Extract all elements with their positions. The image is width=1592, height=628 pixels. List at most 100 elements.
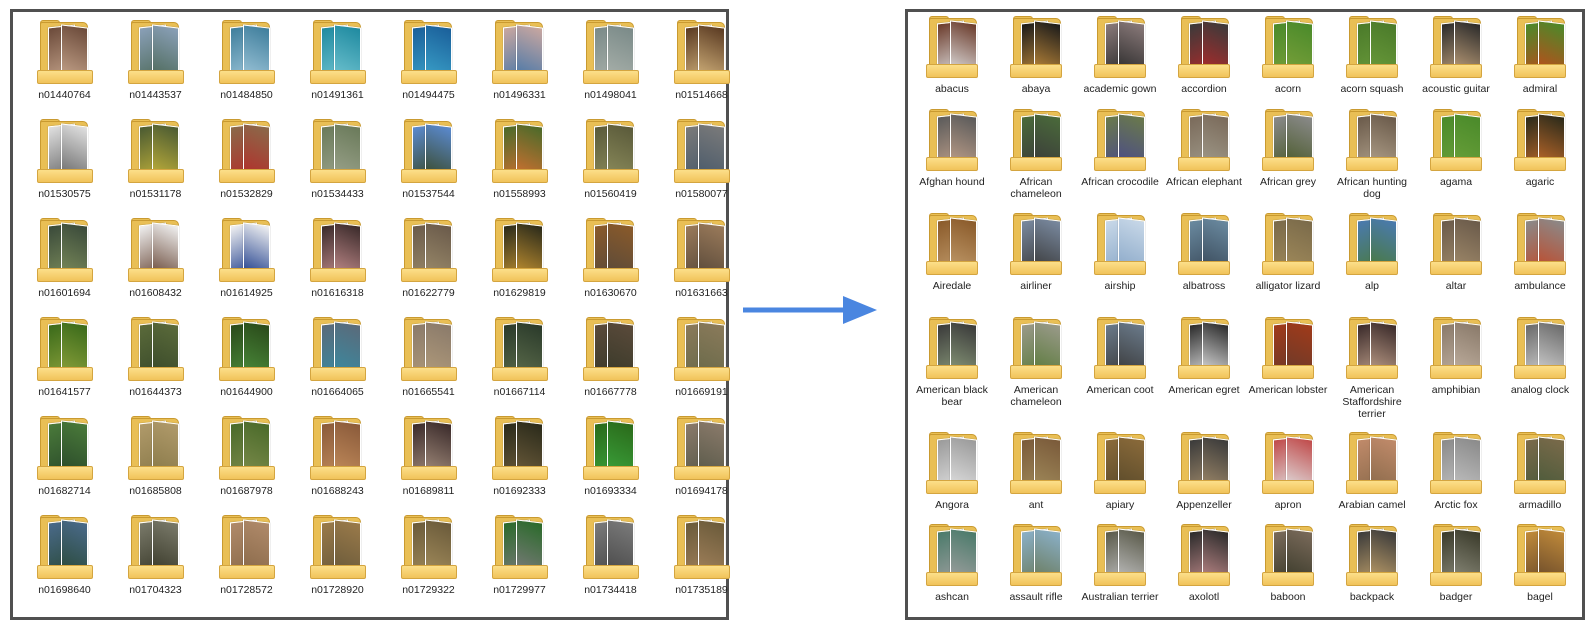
folder-item[interactable]: n01689811 <box>383 414 474 513</box>
folder-item[interactable]: n01601694 <box>19 216 110 315</box>
folder-label: n01616318 <box>311 287 364 299</box>
folder-item[interactable]: n01534433 <box>292 117 383 216</box>
folder-item[interactable]: admiral <box>1498 14 1582 107</box>
folder-item[interactable]: backpack <box>1330 522 1414 614</box>
folder-item[interactable]: Angora <box>910 430 994 522</box>
folder-item[interactable]: analog clock <box>1498 315 1582 430</box>
folder-item[interactable]: n01630670 <box>565 216 656 315</box>
folder-item[interactable]: n01629819 <box>474 216 565 315</box>
folder-item[interactable]: agama <box>1414 107 1498 211</box>
folder-item[interactable]: n01687978 <box>201 414 292 513</box>
folder-item[interactable]: African grey <box>1246 107 1330 211</box>
folder-item[interactable]: n01698640 <box>19 513 110 612</box>
folder-item[interactable]: n01494475 <box>383 18 474 117</box>
folder-item[interactable]: n01728920 <box>292 513 383 612</box>
folder-label: acoustic guitar <box>1422 83 1490 95</box>
folder-item[interactable]: n01530575 <box>19 117 110 216</box>
folder-item[interactable]: American coot <box>1078 315 1162 430</box>
folder-item[interactable]: altar <box>1414 211 1498 315</box>
folder-item[interactable]: n01692333 <box>474 414 565 513</box>
folder-item[interactable]: acoustic guitar <box>1414 14 1498 107</box>
folder-item[interactable]: Arctic fox <box>1414 430 1498 522</box>
folder-item[interactable]: academic gown <box>1078 14 1162 107</box>
folder-item[interactable]: n01560419 <box>565 117 656 216</box>
folder-item[interactable]: amphibian <box>1414 315 1498 430</box>
folder-item[interactable]: agaric <box>1498 107 1582 211</box>
folder-item[interactable]: axolotl <box>1162 522 1246 614</box>
folder-item[interactable]: n01729322 <box>383 513 474 612</box>
folder-item[interactable]: badger <box>1414 522 1498 614</box>
folder-item[interactable]: American lobster <box>1246 315 1330 430</box>
folder-item[interactable]: ambulance <box>1498 211 1582 315</box>
folder-item[interactable]: acorn <box>1246 14 1330 107</box>
folder-item[interactable]: airship <box>1078 211 1162 315</box>
folder-item[interactable]: ant <box>994 430 1078 522</box>
folder-item[interactable]: n01734418 <box>565 513 656 612</box>
folder-item[interactable]: n01694178 <box>656 414 747 513</box>
folder-item[interactable]: African elephant <box>1162 107 1246 211</box>
folder-item[interactable]: Afghan hound <box>910 107 994 211</box>
folder-item[interactable]: n01580077 <box>656 117 747 216</box>
folder-item[interactable]: n01665541 <box>383 315 474 414</box>
folder-item[interactable]: n01631663 <box>656 216 747 315</box>
folder-item[interactable]: n01704323 <box>110 513 201 612</box>
folder-item[interactable]: n01443537 <box>110 18 201 117</box>
folder-item[interactable]: ashcan <box>910 522 994 614</box>
folder-item[interactable]: African hunting dog <box>1330 107 1414 211</box>
folder-item[interactable]: n01644900 <box>201 315 292 414</box>
folder-item[interactable]: Appenzeller <box>1162 430 1246 522</box>
folder-item[interactable]: n01531178 <box>110 117 201 216</box>
folder-item[interactable]: n01608432 <box>110 216 201 315</box>
folder-item[interactable]: Airedale <box>910 211 994 315</box>
folder-item[interactable]: n01728572 <box>201 513 292 612</box>
folder-item[interactable]: American black bear <box>910 315 994 430</box>
folder-item[interactable]: Arabian camel <box>1330 430 1414 522</box>
folder-item[interactable]: albatross <box>1162 211 1246 315</box>
folder-item[interactable]: American chameleon <box>994 315 1078 430</box>
folder-item[interactable]: bagel <box>1498 522 1582 614</box>
folder-item[interactable]: n01622779 <box>383 216 474 315</box>
folder-item[interactable]: African crocodile <box>1078 107 1162 211</box>
folder-item[interactable]: African chameleon <box>994 107 1078 211</box>
folder-item[interactable]: n01685808 <box>110 414 201 513</box>
folder-item[interactable]: armadillo <box>1498 430 1582 522</box>
folder-item[interactable]: n01440764 <box>19 18 110 117</box>
folder-item[interactable]: n01664065 <box>292 315 383 414</box>
folder-item[interactable]: apiary <box>1078 430 1162 522</box>
folder-item[interactable]: American Staffordshire terrier <box>1330 315 1414 430</box>
folder-item[interactable]: n01614925 <box>201 216 292 315</box>
folder-item[interactable]: n01558993 <box>474 117 565 216</box>
folder-item[interactable]: n01693334 <box>565 414 656 513</box>
folder-item[interactable]: Australian terrier <box>1078 522 1162 614</box>
folder-item[interactable]: n01641577 <box>19 315 110 414</box>
folder-item[interactable]: acorn squash <box>1330 14 1414 107</box>
folder-item[interactable]: abaya <box>994 14 1078 107</box>
folder-item[interactable]: n01644373 <box>110 315 201 414</box>
folder-item[interactable]: apron <box>1246 430 1330 522</box>
folder-item[interactable]: n01484850 <box>201 18 292 117</box>
folder-item[interactable]: n01735189 <box>656 513 747 612</box>
folder-item[interactable]: abacus <box>910 14 994 107</box>
folder-item[interactable]: n01616318 <box>292 216 383 315</box>
folder-item[interactable]: alp <box>1330 211 1414 315</box>
folder-item[interactable]: n01498041 <box>565 18 656 117</box>
folder-item[interactable]: assault rifle <box>994 522 1078 614</box>
folder-item[interactable]: n01514668 <box>656 18 747 117</box>
folder-item[interactable]: n01667778 <box>565 315 656 414</box>
folder-item[interactable]: n01532829 <box>201 117 292 216</box>
folder-item[interactable]: airliner <box>994 211 1078 315</box>
folder-icon <box>1346 16 1398 78</box>
folder-item[interactable]: n01537544 <box>383 117 474 216</box>
folder-icon <box>309 119 366 183</box>
folder-item[interactable]: n01667114 <box>474 315 565 414</box>
folder-item[interactable]: alligator lizard <box>1246 211 1330 315</box>
folder-item[interactable]: baboon <box>1246 522 1330 614</box>
folder-item[interactable]: American egret <box>1162 315 1246 430</box>
folder-item[interactable]: n01729977 <box>474 513 565 612</box>
folder-item[interactable]: n01491361 <box>292 18 383 117</box>
folder-item[interactable]: accordion <box>1162 14 1246 107</box>
folder-item[interactable]: n01682714 <box>19 414 110 513</box>
folder-item[interactable]: n01688243 <box>292 414 383 513</box>
folder-item[interactable]: n01496331 <box>474 18 565 117</box>
folder-item[interactable]: n01669191 <box>656 315 747 414</box>
